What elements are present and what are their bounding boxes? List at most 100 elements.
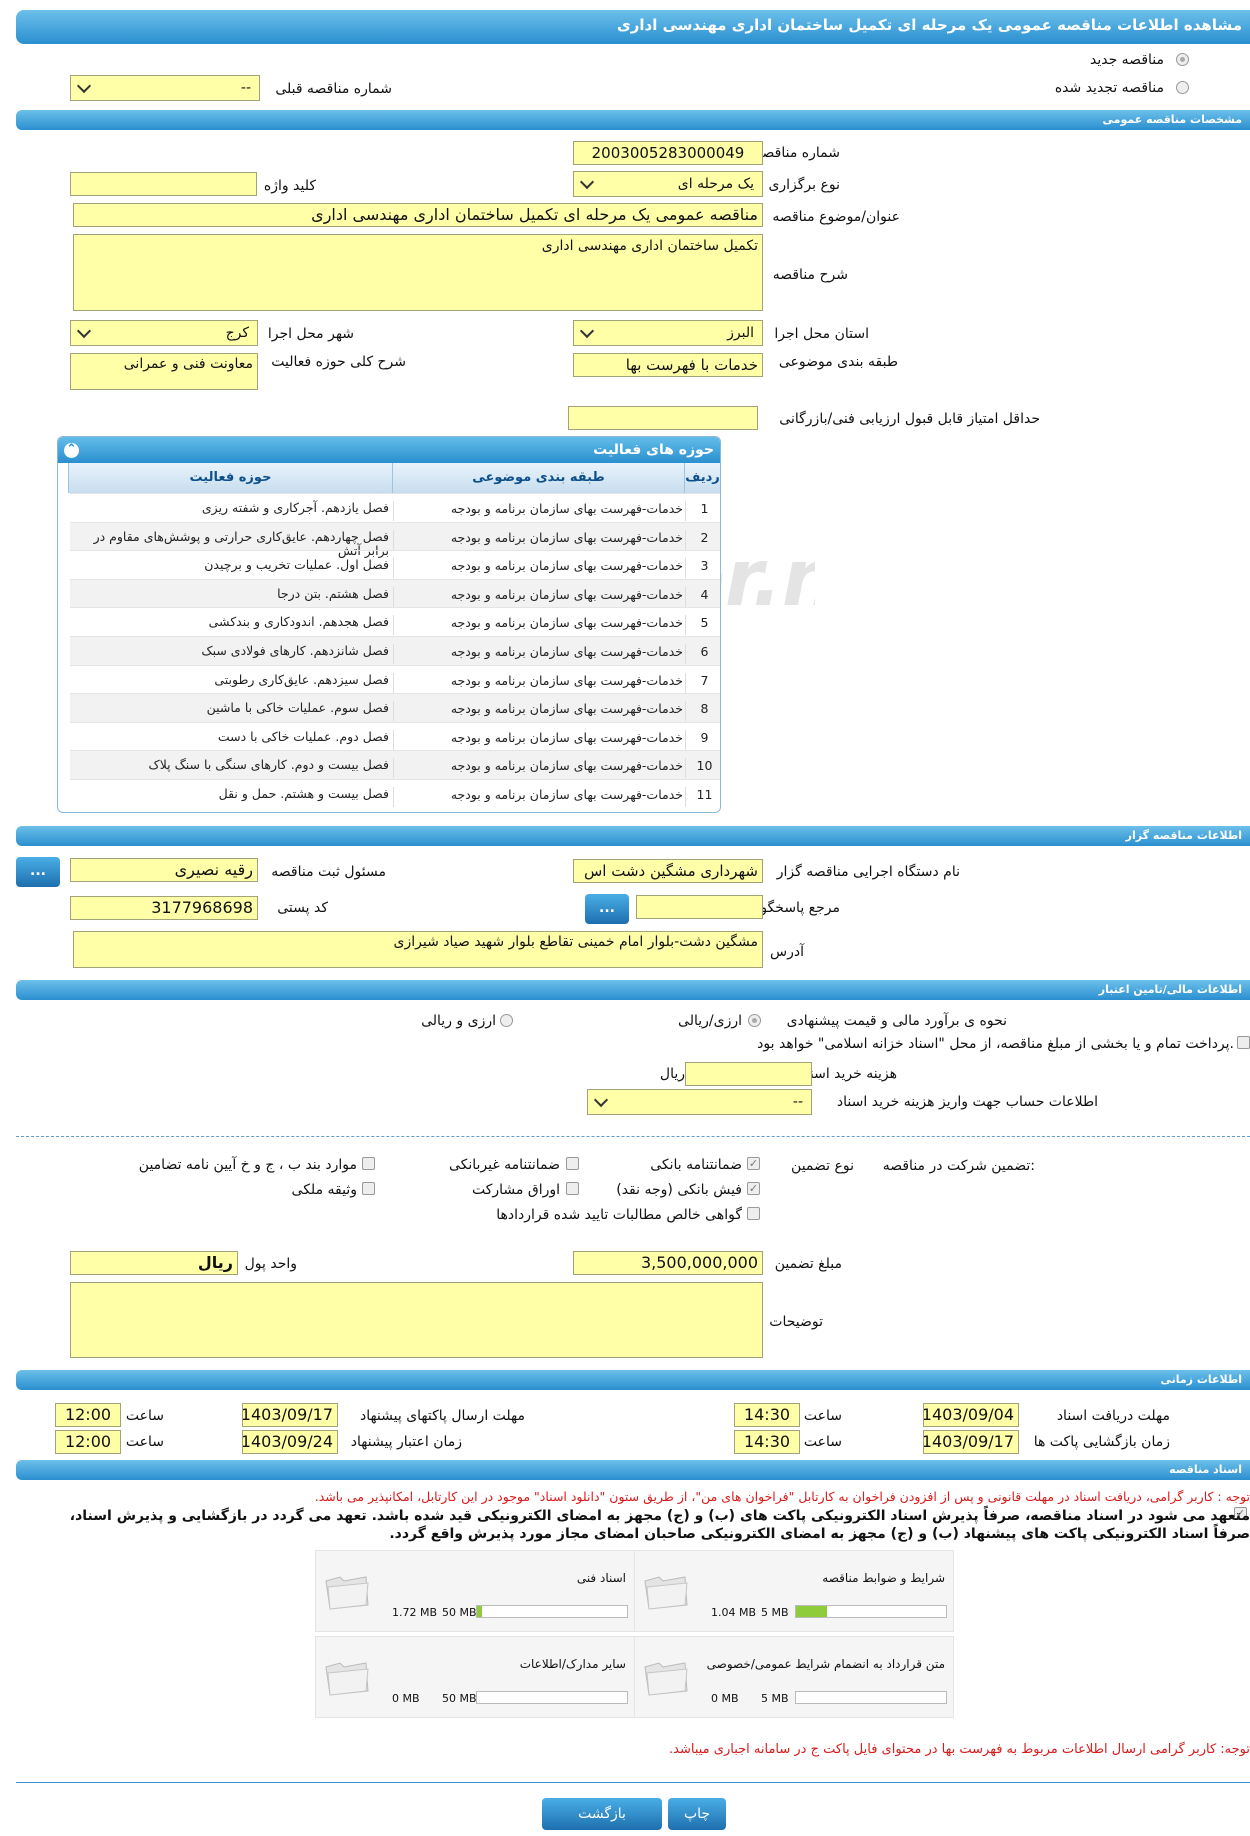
- row-number: 7: [700, 672, 709, 688]
- activity-grid: حوزه های فعالیت ⌃ ردیف طبقه بندی موضوعی …: [57, 436, 721, 813]
- doc-progress-bar: [476, 1691, 628, 1704]
- row-area: فصل شانزدهم. کارهای فولادی سبک: [72, 644, 394, 664]
- doc-tile[interactable]: سایر مدارک/اطلاعات 50 MB 0 MB: [315, 1636, 635, 1718]
- chevron-down-icon: [579, 174, 595, 190]
- docs-note-commitment-1: متعهد می شود در اسناد مناقصه، صرفاً پذیر…: [69, 1508, 1250, 1524]
- section-organizer: اطلاعات مناقصه گزار: [16, 826, 1250, 846]
- row-number: 5: [700, 615, 709, 631]
- table-row[interactable]: 1 خدمات-فهرست بهای سازمان برنامه و بودجه ف…: [70, 493, 720, 522]
- doc-name: شرایط و ضوابط مناقصه: [822, 1571, 945, 1585]
- folder-icon: [325, 1576, 369, 1610]
- bank-guarantee-checkbox: ✓: [747, 1157, 760, 1170]
- send-offers-hour-label: ساعت: [125, 1408, 164, 1424]
- row-area: فصل سوم. عملیات خاکی با ماشین: [72, 701, 394, 722]
- responsible-lookup-button[interactable]: ...: [16, 857, 60, 887]
- tender-number-field: 2003005283000049: [573, 141, 763, 165]
- keyword-field[interactable]: [70, 172, 257, 196]
- regulation-items-label: موارد بند ب ، ج و خ آیین نامه تضامین: [138, 1157, 357, 1173]
- org-field: شهرداری مشگین دشت اس: [573, 859, 763, 883]
- tender-type-select[interactable]: یک مرحله ای: [573, 171, 763, 197]
- folder-icon: [644, 1576, 688, 1610]
- province-select[interactable]: البرز: [573, 320, 763, 346]
- address-field: مشگین دشت-بلوار امام خمینی تقاطع بلوار ش…: [73, 931, 763, 968]
- doc-tile[interactable]: شرایط و ضوابط مناقصه 5 MB 1.04 MB: [634, 1550, 954, 1632]
- row-number: 8: [700, 701, 709, 717]
- table-row[interactable]: 5 خدمات-فهرست بهای سازمان برنامه و بودجه ف…: [70, 607, 720, 636]
- doc-tile[interactable]: متن قرارداد به انضمام شرایط عمومی/خصوصی 5…: [634, 1636, 954, 1718]
- renewed-tender-label: مناقصه تجدید شده: [1054, 80, 1164, 96]
- open-envelopes-time: 14:30: [734, 1430, 800, 1454]
- bonds-label: اوراق مشارکت: [471, 1182, 560, 1198]
- method-label: نحوه ی برآورد مالی و قیمت پیشنهادی: [786, 1013, 1007, 1029]
- treasury-checkbox[interactable]: [1237, 1036, 1250, 1049]
- currency-unit-label: واحد پول: [244, 1256, 297, 1272]
- description-label: شرح مناقصه: [772, 267, 848, 283]
- section-docs: اسناد مناقصه: [16, 1460, 1250, 1480]
- description-field: تکمیل ساختمان اداری مهندسی اداری: [73, 234, 763, 311]
- grid-col-area[interactable]: حوزه فعالیت: [68, 463, 392, 493]
- send-offers-time: 12:00: [55, 1403, 121, 1427]
- table-row[interactable]: 8 خدمات-فهرست بهای سازمان برنامه و بودجه ف…: [70, 693, 720, 722]
- row-number: 2: [700, 529, 709, 545]
- back-button[interactable]: بازگشت: [542, 1798, 662, 1830]
- nonbank-guarantee-label: ضمانتنامه غیربانکی: [448, 1157, 560, 1173]
- offer-validity-label: زمان اعتبار پیشنهاد: [350, 1434, 462, 1450]
- scope-field: معاونت فنی و عمرانی: [70, 353, 258, 390]
- offer-validity-hour-label: ساعت: [125, 1434, 164, 1450]
- table-row[interactable]: 11 خدمات-فهرست بهای سازمان برنامه و بودجه…: [70, 779, 720, 808]
- prev-tender-select[interactable]: --: [70, 75, 260, 101]
- grid-title: حوزه های فعالیت: [58, 437, 720, 463]
- bonds-checkbox: [566, 1182, 579, 1195]
- responsible-label: مسئول ثبت مناقصه: [271, 864, 386, 880]
- notes-label: توضیحات: [769, 1314, 823, 1330]
- province-label: استان محل اجرا: [774, 326, 869, 342]
- property-collateral-label: وثیقه ملکی: [291, 1182, 357, 1198]
- row-category: خدمات-فهرست بهای سازمان برنامه و بودجه: [396, 558, 686, 579]
- table-row[interactable]: 2 خدمات-فهرست بهای سازمان برنامه و بودجه ف…: [70, 521, 720, 557]
- row-area: فصل اول. عملیات تخریب و برچیدن: [72, 558, 394, 579]
- doc-size: 0 MB: [711, 1692, 739, 1705]
- city-select[interactable]: کرج: [70, 320, 258, 346]
- radio-renewed-tender[interactable]: [1176, 81, 1189, 94]
- doc-size: 1.72 MB: [392, 1606, 438, 1619]
- opt-currency-rial-label: ارزی/ریالی: [678, 1013, 742, 1029]
- table-row[interactable]: 10 خدمات-فهرست بهای سازمان برنامه و بودجه…: [70, 750, 720, 779]
- doc-tile[interactable]: اسناد فنی 50 MB 1.72 MB: [315, 1550, 635, 1632]
- account-select[interactable]: --: [587, 1089, 812, 1115]
- table-row[interactable]: 9 خدمات-فهرست بهای سازمان برنامه و بودجه ف…: [70, 721, 720, 751]
- row-number: 4: [700, 586, 709, 602]
- row-area: فصل بیست و هشتم. حمل و نقل: [72, 787, 394, 807]
- currency-unit-field: ریال: [70, 1251, 238, 1275]
- table-row[interactable]: 3 خدمات-فهرست بهای سازمان برنامه و بودجه ف…: [70, 550, 720, 579]
- radio-new-tender[interactable]: [1176, 53, 1189, 66]
- doc-cost-label: هزینه خرید اسناد: [799, 1066, 897, 1082]
- section-general: مشخصات مناقصه عمومی: [16, 110, 1250, 130]
- responsible-field: رقیه نصیری: [70, 858, 258, 882]
- reference-field[interactable]: [636, 895, 763, 919]
- chevron-down-icon: [579, 323, 595, 339]
- grid-col-row[interactable]: ردیف: [684, 463, 720, 493]
- row-number: 9: [700, 729, 709, 745]
- radio-currency-and-rial[interactable]: [500, 1014, 513, 1027]
- doc-cost-field: [685, 1062, 812, 1086]
- row-area: فصل بیست و دوم. کارهای سنگی با سنگ پلاک: [72, 758, 394, 779]
- grid-col-category[interactable]: طبقه بندی موضوعی: [392, 463, 684, 493]
- docs-note-price-list: توجه: کاربر گرامی ارسال اطلاعات مربوط به…: [669, 1742, 1250, 1757]
- subject-label: عنوان/موضوع مناقصه: [772, 209, 900, 225]
- radio-currency-rial[interactable]: [748, 1014, 761, 1027]
- table-row[interactable]: 7 خدمات-فهرست بهای سازمان برنامه و بودجه ف…: [70, 664, 720, 694]
- row-area: فصل چهاردهم. عایق‌کاری حرارتی و پوشش‌های…: [72, 529, 394, 557]
- doc-size: 0 MB: [392, 1692, 420, 1705]
- reference-lookup-button[interactable]: ...: [585, 894, 629, 924]
- receive-docs-time: 14:30: [734, 1403, 800, 1427]
- notes-field: [70, 1282, 763, 1358]
- doc-cost-unit: ریال: [659, 1066, 685, 1082]
- row-number: 6: [700, 644, 709, 659]
- row-area: فصل دوم. عملیات خاکی با دست: [72, 729, 394, 750]
- collapse-icon[interactable]: ⌃: [64, 443, 79, 458]
- table-row[interactable]: 6 خدمات-فهرست بهای سازمان برنامه و بودجه ف…: [70, 636, 720, 665]
- print-button[interactable]: چاپ: [668, 1798, 726, 1830]
- table-row[interactable]: 4 خدمات-فهرست بهای سازمان برنامه و بودجه ف…: [70, 578, 720, 608]
- cash-receipt-label: فیش بانکی (وجه نقد): [616, 1182, 742, 1198]
- doc-max-size: 50 MB: [442, 1692, 477, 1705]
